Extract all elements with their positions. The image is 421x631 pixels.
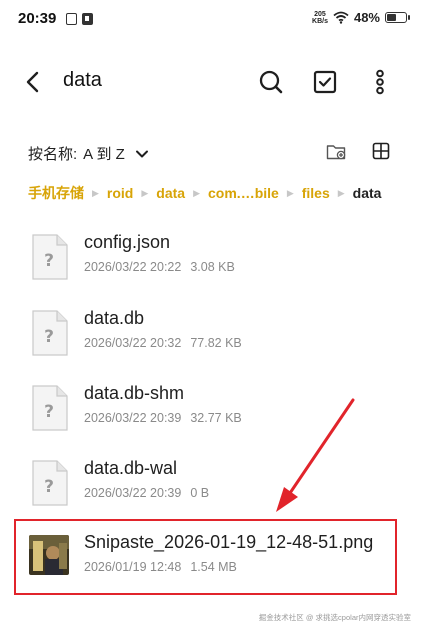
breadcrumb-separator-icon: ▶	[92, 187, 99, 198]
breadcrumb: 手机存储 ▶ roid ▶ data ▶ com.…bile ▶ files ▶…	[28, 183, 381, 203]
unknown-file-icon: ?	[32, 310, 68, 356]
unknown-file-icon: ?	[32, 385, 68, 431]
breadcrumb-item[interactable]: data	[156, 185, 185, 201]
battery-percent: 48%	[353, 10, 380, 25]
breadcrumb-item[interactable]: files	[302, 185, 330, 201]
network-speed: 205 KB/s	[312, 10, 328, 25]
file-size: 77.82 KB	[190, 336, 242, 350]
file-manager-screen: 20:39 205 KB/s 48% data 按名称: A 到 Z 手机存储 …	[0, 0, 421, 631]
search-icon[interactable]	[257, 68, 285, 96]
file-name: data.db-shm	[84, 383, 185, 403]
battery-icon	[385, 12, 410, 23]
folder-title: data	[63, 69, 102, 91]
svg-text:?: ?	[44, 327, 54, 347]
file-size: 32.77 KB	[190, 411, 242, 425]
notification-icon	[66, 13, 77, 25]
file-meta: 2026/03/22 20:39 32.77 KB	[84, 411, 242, 425]
sort-value: A 到 Z	[83, 146, 125, 163]
back-arrow-icon[interactable]	[22, 70, 46, 94]
file-date: 2026/03/22 20:32	[84, 336, 182, 350]
breadcrumb-item[interactable]: roid	[107, 185, 133, 201]
breadcrumb-separator-icon: ▶	[141, 187, 149, 198]
grid-view-icon[interactable]	[372, 142, 390, 160]
breadcrumb-separator-icon: ▶	[193, 187, 201, 198]
status-bar: 20:39 205 KB/s 48%	[0, 0, 421, 40]
file-name: data.db-wal	[84, 458, 178, 478]
svg-text:?: ?	[44, 477, 54, 497]
breadcrumb-current: data	[352, 185, 382, 201]
sort-selector[interactable]: 按名称: A 到 Z	[28, 143, 149, 164]
toolbar: data	[0, 60, 421, 104]
svg-text:?: ?	[44, 402, 54, 422]
breadcrumb-item[interactable]: com.…bile	[208, 185, 279, 201]
file-name: config.json	[84, 232, 171, 252]
file-item[interactable]: ? data.db-shm 2026/03/22 20:39 32.77 KB	[0, 375, 421, 445]
chevron-down-icon	[135, 150, 148, 157]
status-time: 20:39	[18, 10, 57, 27]
watermark: 掘金技术社区 @ 求挑选cpolar内网穿透实验室	[258, 613, 411, 622]
file-size: 3.08 KB	[190, 260, 235, 274]
file-item[interactable]: ? data.db-wal 2026/03/22 20:39 0 B	[0, 450, 421, 520]
status-indicators: 205 KB/s 48%	[312, 10, 410, 25]
new-folder-icon[interactable]	[326, 143, 346, 161]
unknown-file-icon: ?	[32, 234, 68, 280]
file-item[interactable]: ? config.json 2026/03/22 20:22 3.08 KB	[0, 224, 421, 294]
file-date: 2026/03/22 20:39	[84, 411, 182, 425]
file-meta: 2026/03/22 20:22 3.08 KB	[84, 260, 235, 274]
file-date: 2026/03/22 20:22	[84, 260, 182, 274]
breadcrumb-separator-icon: ▶	[286, 187, 294, 198]
more-options-icon[interactable]	[366, 68, 394, 96]
multi-select-icon[interactable]	[311, 68, 339, 96]
highlight-box	[14, 519, 397, 595]
svg-text:?: ?	[44, 251, 54, 271]
file-name: data.db	[84, 308, 145, 328]
file-meta: 2026/03/22 20:39 0 B	[84, 486, 209, 500]
wifi-icon	[333, 11, 349, 24]
breadcrumb-item[interactable]: 手机存储	[28, 183, 84, 203]
file-size: 0 B	[190, 486, 210, 500]
file-item[interactable]: ? data.db 2026/03/22 20:32 77.82 KB	[0, 300, 421, 370]
breadcrumb-separator-icon: ▶	[337, 187, 345, 198]
file-date: 2026/03/22 20:39	[84, 486, 182, 500]
sort-label: 按名称:	[28, 146, 78, 163]
file-meta: 2026/03/22 20:32 77.82 KB	[84, 336, 242, 350]
app-notification-icon	[82, 13, 93, 25]
notification-icons	[66, 13, 93, 25]
unknown-file-icon: ?	[32, 460, 68, 506]
